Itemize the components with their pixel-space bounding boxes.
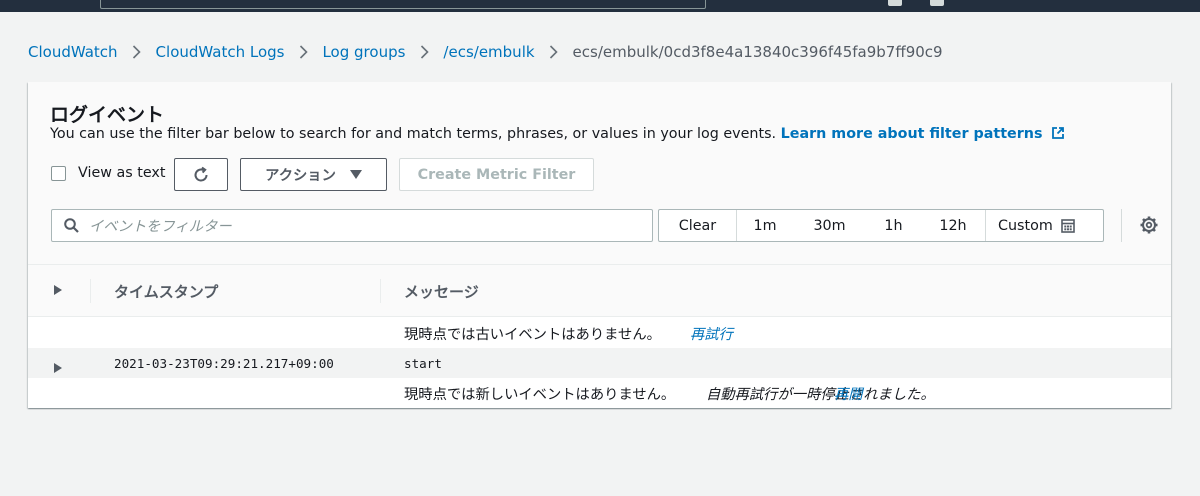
external-link-icon: [1051, 126, 1065, 144]
retry-link[interactable]: 再試行: [690, 323, 733, 344]
custom-label: Custom: [998, 217, 1053, 234]
panel-description: You can use the filter bar below to sear…: [50, 126, 1065, 144]
breadcrumb-log-groups[interactable]: Log groups: [322, 43, 405, 61]
event-filter-input[interactable]: イベントをフィルター: [51, 209, 653, 242]
time-range-12h[interactable]: 12h: [921, 210, 985, 241]
time-range-30m[interactable]: 30m: [793, 210, 866, 241]
caret-right-icon: [54, 284, 62, 298]
create-metric-filter-label: Create Metric Filter: [417, 166, 576, 183]
auto-retry-paused-text: 自動再試行が一時停止されました。: [706, 386, 935, 403]
time-range-1h[interactable]: 1h: [866, 210, 921, 241]
description-text: You can use the filter bar below to sear…: [50, 126, 777, 142]
calendar-icon: [1060, 218, 1075, 233]
newer-events-notice: 現時点では新しいイベントはありません。 自動再試行が一時停止されました。 再開: [28, 378, 1171, 408]
refresh-icon: [194, 166, 208, 181]
learn-more-link[interactable]: Learn more about filter patterns: [781, 126, 1066, 142]
page-title: ログイベント: [50, 104, 165, 126]
chevron-right-icon: [125, 45, 149, 59]
column-divider: [380, 279, 381, 303]
toolbar-divider: [1121, 209, 1122, 242]
older-notice-text: 現時点では古いイベントはありません。: [404, 326, 661, 343]
time-range-selector: Clear 1m 30m 1h 12h Custom: [658, 209, 1104, 242]
time-range-clear[interactable]: Clear: [659, 210, 737, 241]
learn-more-label[interactable]: Learn more about filter patterns: [781, 126, 1043, 142]
caret-down-icon: [349, 167, 362, 183]
table-row[interactable]: 2021-03-23T09:29:21.217+09:00 start: [28, 348, 1171, 378]
breadcrumb: CloudWatch CloudWatch Logs Log groups /e…: [28, 40, 943, 64]
breadcrumb-cloudwatch-logs[interactable]: CloudWatch Logs: [156, 43, 285, 61]
time-range-custom[interactable]: Custom: [985, 210, 1103, 241]
older-events-notice: 現時点では古いイベントはありません。 再試行: [28, 318, 1171, 348]
actions-label: アクション: [265, 168, 336, 184]
notification-icon[interactable]: [888, 0, 902, 6]
service-search-field[interactable]: [100, 0, 706, 9]
resume-link[interactable]: 再開: [834, 383, 863, 404]
breadcrumb-log-group[interactable]: /ecs/embulk: [443, 43, 534, 61]
gear-icon[interactable]: [1139, 215, 1159, 239]
refresh-button[interactable]: [174, 158, 228, 191]
time-range-1m[interactable]: 1m: [737, 210, 793, 241]
view-as-text-label[interactable]: View as text: [78, 165, 165, 181]
caret-right-icon[interactable]: [54, 358, 62, 377]
event-message: start: [404, 355, 442, 371]
view-as-text-checkbox[interactable]: [51, 165, 66, 181]
chevron-right-icon: [412, 45, 436, 59]
expand-all-toggle[interactable]: [54, 265, 62, 317]
actions-dropdown-button[interactable]: アクション: [240, 158, 387, 191]
event-timestamp: 2021-03-23T09:29:21.217+09:00: [114, 355, 334, 371]
column-header-message[interactable]: メッセージ: [404, 265, 479, 317]
search-icon: [64, 218, 79, 233]
create-metric-filter-button[interactable]: Create Metric Filter: [399, 158, 594, 191]
breadcrumb-current-stream: ecs/embulk/0cd3f8e4a13840c396f45fa9b7ff9…: [572, 43, 943, 61]
table-header: タイムスタンプ メッセージ: [28, 265, 1171, 317]
top-navigation-bar: [0, 0, 1200, 12]
breadcrumb-cloudwatch[interactable]: CloudWatch: [28, 43, 118, 61]
panel-header: ログイベント You can use the filter bar below …: [28, 82, 1171, 265]
column-header-timestamp[interactable]: タイムスタンプ: [114, 265, 218, 317]
column-divider: [90, 279, 91, 303]
chevron-right-icon: [291, 45, 315, 59]
log-events-panel: ログイベント You can use the filter bar below …: [28, 82, 1171, 408]
view-as-text-toggle[interactable]: View as text: [51, 165, 165, 181]
filter-placeholder: イベントをフィルター: [89, 219, 232, 235]
chevron-right-icon: [542, 45, 566, 59]
support-icon[interactable]: [930, 0, 944, 6]
newer-notice-text: 現時点では新しいイベントはありません。: [404, 386, 676, 403]
